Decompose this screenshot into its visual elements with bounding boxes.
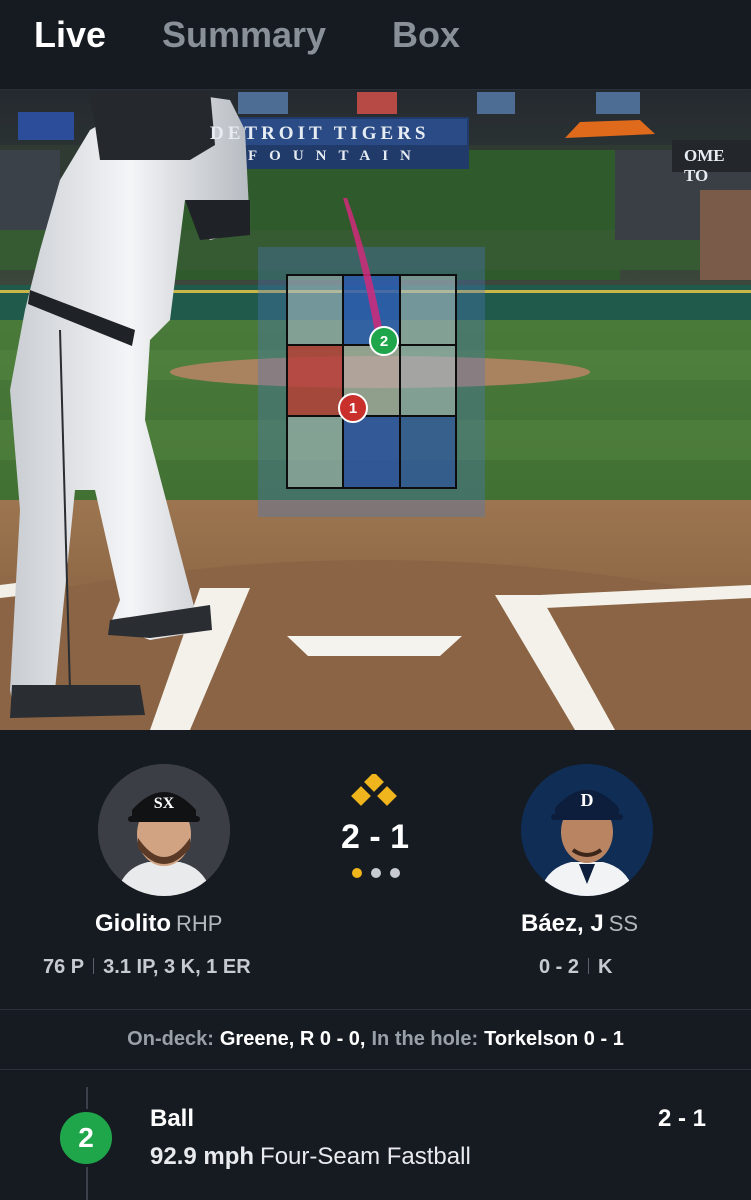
pitcher-name-text: Giolito — [95, 910, 171, 937]
svg-text:D: D — [581, 790, 594, 810]
gamecast-field: DETROIT TIGERS FOUNTAIN OME TO 1 2 — [0, 90, 751, 730]
pitcher-name[interactable]: Giolito RHP — [95, 910, 222, 938]
batter-avatar[interactable]: D — [521, 764, 653, 896]
out-dot-2 — [371, 868, 381, 878]
in-the-hole-player: Torkelson 0 - 1 — [484, 1028, 624, 1050]
pitcher-line: 3.1 IP, 3 K, 1 ER — [103, 956, 251, 978]
on-deck-label: On-deck: — [127, 1028, 214, 1050]
batter-headshot-icon: D — [521, 764, 653, 896]
tab-summary[interactable]: Summary — [162, 14, 326, 56]
pitch-log: 2 Ball 2 - 1 92.9 mph Four-Seam Fastball — [0, 1071, 751, 1200]
on-deck-bar: On-deck: Greene, R 0 - 0, In the hole: T… — [0, 1010, 751, 1070]
pitch-count-after: 2 - 1 — [658, 1105, 707, 1132]
pitch-marker-2[interactable]: 2 — [369, 326, 399, 356]
pitcher-pitch-count: 76 P — [43, 956, 85, 978]
tab-live[interactable]: Live — [34, 14, 106, 56]
pitch-result: Ball — [150, 1105, 195, 1132]
batter-position: SS — [608, 911, 639, 936]
bases-diamond-icon — [351, 774, 397, 806]
batter-name-text: Báez, J — [521, 910, 604, 937]
pitcher-position: RHP — [175, 911, 223, 936]
pitch-detail: 92.9 mph Four-Seam Fastball — [150, 1143, 471, 1171]
pitch-speed: 92.9 mph — [150, 1143, 255, 1170]
outs-indicator — [352, 868, 400, 878]
top-tab-bar: Live Summary Box — [0, 0, 751, 90]
in-the-hole-label: In the hole: — [371, 1028, 479, 1050]
stadium-banner-title: DETROIT TIGERS — [210, 123, 430, 144]
batter-name[interactable]: Báez, J SS — [521, 910, 638, 938]
pitch-number-badge: 2 — [57, 1109, 115, 1167]
out-dot-3 — [390, 868, 400, 878]
pitcher-stats: 76 P 3.1 IP, 3 K, 1 ER — [43, 956, 251, 979]
batter-stats: 0 - 2 K — [539, 956, 612, 979]
pitcher-avatar[interactable]: SX — [98, 764, 230, 896]
tab-box[interactable]: Box — [392, 14, 460, 56]
on-deck-player: Greene, R 0 - 0, — [219, 1028, 366, 1050]
stadium-banner-right: OME TO — [684, 146, 725, 185]
ball-strike-count: 2 - 1 — [340, 818, 410, 856]
batter-record: 0 - 2 — [539, 956, 580, 978]
matchup-panel: SX 2 - 1 D Giolito RHP 76 P 3.1 IP, 3 K, 1… — [0, 730, 751, 1010]
field-illustration — [0, 90, 751, 730]
svg-text:SX: SX — [154, 795, 175, 812]
pitch-type: Four-Seam Fastball — [260, 1143, 471, 1170]
stat-divider — [93, 958, 95, 974]
stat-divider — [588, 958, 590, 974]
batter-result: K — [598, 956, 613, 978]
out-dot-1 — [352, 868, 362, 878]
stadium-banner-subtitle: FOUNTAIN — [248, 148, 423, 164]
pitcher-headshot-icon: SX — [98, 764, 230, 896]
pitch-marker-1[interactable]: 1 — [338, 393, 368, 423]
